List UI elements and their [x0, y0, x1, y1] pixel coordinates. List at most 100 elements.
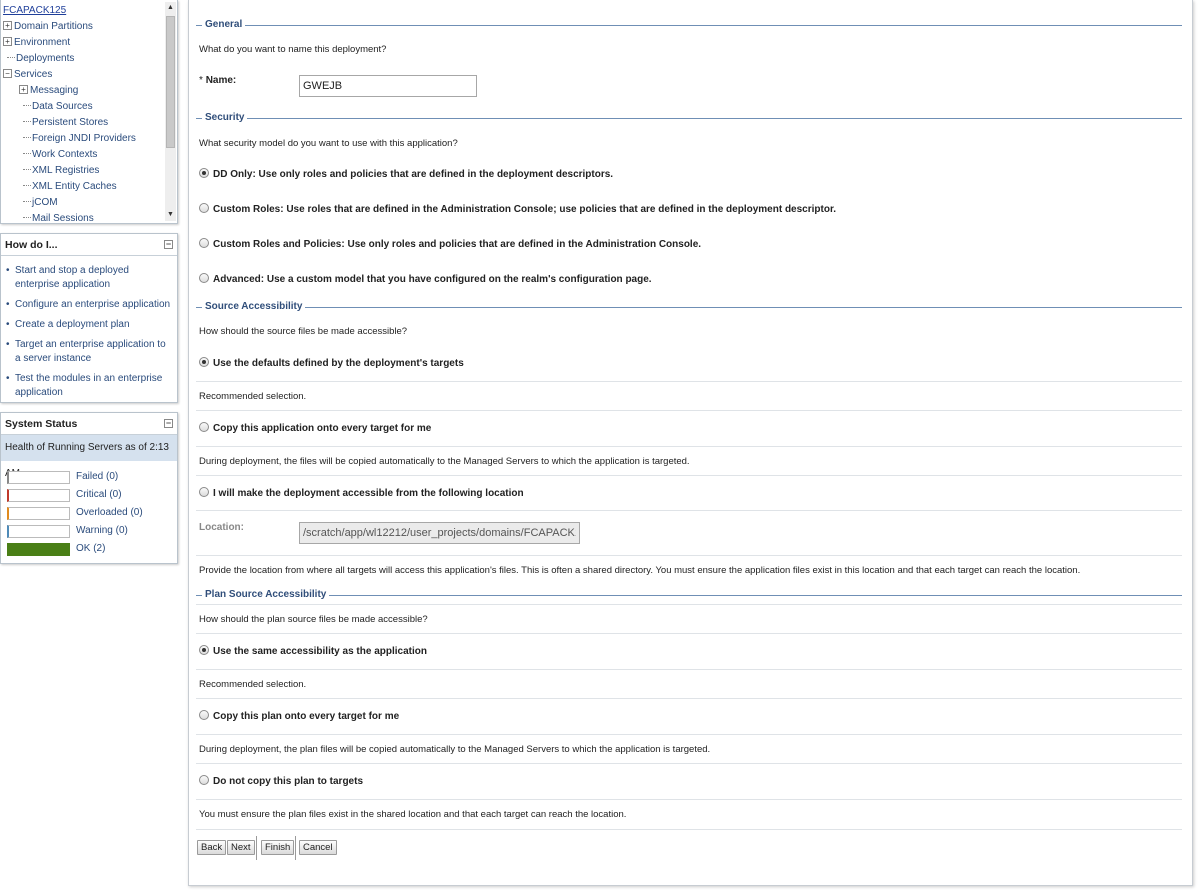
collapse-panel-icon[interactable]: − [164, 240, 173, 249]
collapse-panel-icon[interactable]: − [164, 419, 173, 428]
radio-icon[interactable] [199, 273, 209, 283]
radio-custom-location[interactable]: I will make the deployment accessible fr… [199, 487, 524, 501]
radio-checked-icon[interactable] [199, 168, 209, 178]
tree-item-messaging[interactable]: +Messaging [3, 84, 163, 100]
tree-item-mail-sessions[interactable]: Mail Sessions [3, 212, 163, 224]
how-do-i-header: How do I... − [1, 234, 177, 256]
radio-same-accessibility[interactable]: Use the same accessibility as the applic… [199, 645, 427, 659]
radio-advanced[interactable]: Advanced: Use a custom model that you ha… [199, 273, 652, 287]
radio-use-defaults[interactable]: Use the defaults defined by the deployme… [199, 357, 464, 371]
radio-custom-roles[interactable]: Custom Roles: Use roles that are defined… [199, 203, 836, 217]
status-link[interactable]: Overloaded (0) [76, 506, 143, 520]
radio-checked-icon[interactable] [199, 645, 209, 655]
howdo-link[interactable]: Target an enterprise application to a se… [6, 338, 173, 366]
status-row-ok: OK (2) [7, 541, 177, 559]
radio-copy-plan[interactable]: Copy this plan onto every target for me [199, 710, 399, 724]
divider [196, 799, 1182, 800]
tree-item-foreign-jndi[interactable]: Foreign JNDI Providers [3, 132, 163, 148]
domain-structure-tree: FCAPACK125 +Domain Partitions +Environme… [0, 0, 178, 224]
tree-line-icon [23, 121, 31, 122]
radio-icon[interactable] [199, 775, 209, 785]
status-bar [7, 525, 70, 538]
status-link[interactable]: Failed (0) [76, 470, 118, 484]
tree-item-services[interactable]: −Services [3, 68, 163, 84]
radio-icon[interactable] [199, 487, 209, 497]
status-link[interactable]: OK (2) [76, 542, 105, 556]
source-question: How should the source files be made acce… [199, 326, 407, 338]
tree-line-icon [23, 185, 31, 186]
status-row-warning: Warning (0) [7, 523, 177, 541]
name-input[interactable] [299, 75, 477, 97]
radio-icon[interactable] [199, 238, 209, 248]
scroll-thumb[interactable] [166, 16, 175, 148]
tree-item-persistent-stores[interactable]: Persistent Stores [3, 116, 163, 132]
section-plan-accessibility: Plan Source Accessibility [196, 589, 1182, 601]
location-input[interactable] [299, 522, 580, 544]
tree-item-xml-registries[interactable]: XML Registries [3, 164, 163, 180]
source-opt1-note: Recommended selection. [199, 391, 306, 403]
tree-line-icon [23, 137, 31, 138]
radio-dd-only[interactable]: DD Only: Use only roles and policies tha… [199, 168, 613, 182]
expand-icon[interactable]: + [3, 21, 12, 30]
tree-item-xml-entity-caches[interactable]: XML Entity Caches [3, 180, 163, 196]
divider [196, 446, 1182, 447]
tree-line-icon [7, 57, 15, 58]
divider [196, 510, 1182, 511]
radio-icon[interactable] [199, 710, 209, 720]
tree-item-environment[interactable]: +Environment [3, 36, 163, 52]
tree-scrollbar[interactable]: ▲ ▼ [165, 2, 176, 221]
plan-opt1-note: Recommended selection. [199, 679, 306, 691]
divider [196, 698, 1182, 699]
howdo-link[interactable]: Configure an enterprise application [6, 298, 173, 312]
status-rows: Failed (0) Critical (0) Overloaded (0) W… [1, 461, 177, 559]
howdo-link[interactable]: Test the modules in an enterprise applic… [6, 372, 173, 400]
cancel-button[interactable]: Cancel [299, 840, 337, 855]
tree-item-domain-partitions[interactable]: +Domain Partitions [3, 20, 163, 36]
status-link[interactable]: Warning (0) [76, 524, 128, 538]
location-label: Location: [199, 522, 244, 533]
button-separator [295, 836, 296, 860]
tree-root-link[interactable]: FCAPACK125 [3, 4, 163, 20]
radio-copy-application[interactable]: Copy this application onto every target … [199, 422, 431, 436]
radio-custom-roles-policies[interactable]: Custom Roles and Policies: Use only role… [199, 238, 701, 252]
plan-question: How should the plan source files be made… [199, 614, 428, 626]
tree-item-deployments[interactable]: Deployments [3, 52, 163, 68]
location-note: Provide the location from where all targ… [199, 565, 1080, 577]
radio-checked-icon[interactable] [199, 357, 209, 367]
divider [196, 475, 1182, 476]
back-button[interactable]: Back [197, 840, 226, 855]
divider [196, 633, 1182, 634]
source-opt2-note: During deployment, the files will be cop… [199, 456, 690, 468]
section-general: General [196, 19, 1182, 31]
scroll-up-icon[interactable]: ▲ [165, 2, 176, 14]
expand-icon[interactable]: + [19, 85, 28, 94]
divider [196, 669, 1182, 670]
collapse-tree-icon[interactable]: − [3, 69, 12, 78]
tree-item-jcom[interactable]: jCOM [3, 196, 163, 212]
status-bar [7, 543, 70, 556]
next-button[interactable]: Next [227, 840, 255, 855]
required-marker: * [199, 75, 203, 86]
tree-item-data-sources[interactable]: Data Sources [3, 100, 163, 116]
radio-do-not-copy-plan[interactable]: Do not copy this plan to targets [199, 775, 363, 789]
status-row-overloaded: Overloaded (0) [7, 505, 177, 523]
scroll-down-icon[interactable]: ▼ [165, 209, 176, 221]
radio-icon[interactable] [199, 422, 209, 432]
how-do-i-panel: How do I... − Start and stop a deployed … [0, 233, 178, 403]
radio-icon[interactable] [199, 203, 209, 213]
tree-line-icon [23, 201, 31, 202]
divider [196, 381, 1182, 382]
howdo-link[interactable]: Start and stop a deployed enterprise app… [6, 264, 173, 292]
howdo-link[interactable]: Create a deployment plan [6, 318, 173, 332]
status-link[interactable]: Critical (0) [76, 488, 122, 502]
divider [196, 555, 1182, 556]
finish-button[interactable]: Finish [261, 840, 294, 855]
status-bar [7, 489, 70, 502]
expand-icon[interactable]: + [3, 37, 12, 46]
health-caption: Health of Running Servers as of 2:13 AM [1, 435, 177, 461]
divider [196, 410, 1182, 411]
tree-line-icon [23, 105, 31, 106]
tree-item-work-contexts[interactable]: Work Contexts [3, 148, 163, 164]
plan-opt3-note: You must ensure the plan files exist in … [199, 809, 626, 821]
status-row-critical: Critical (0) [7, 487, 177, 505]
